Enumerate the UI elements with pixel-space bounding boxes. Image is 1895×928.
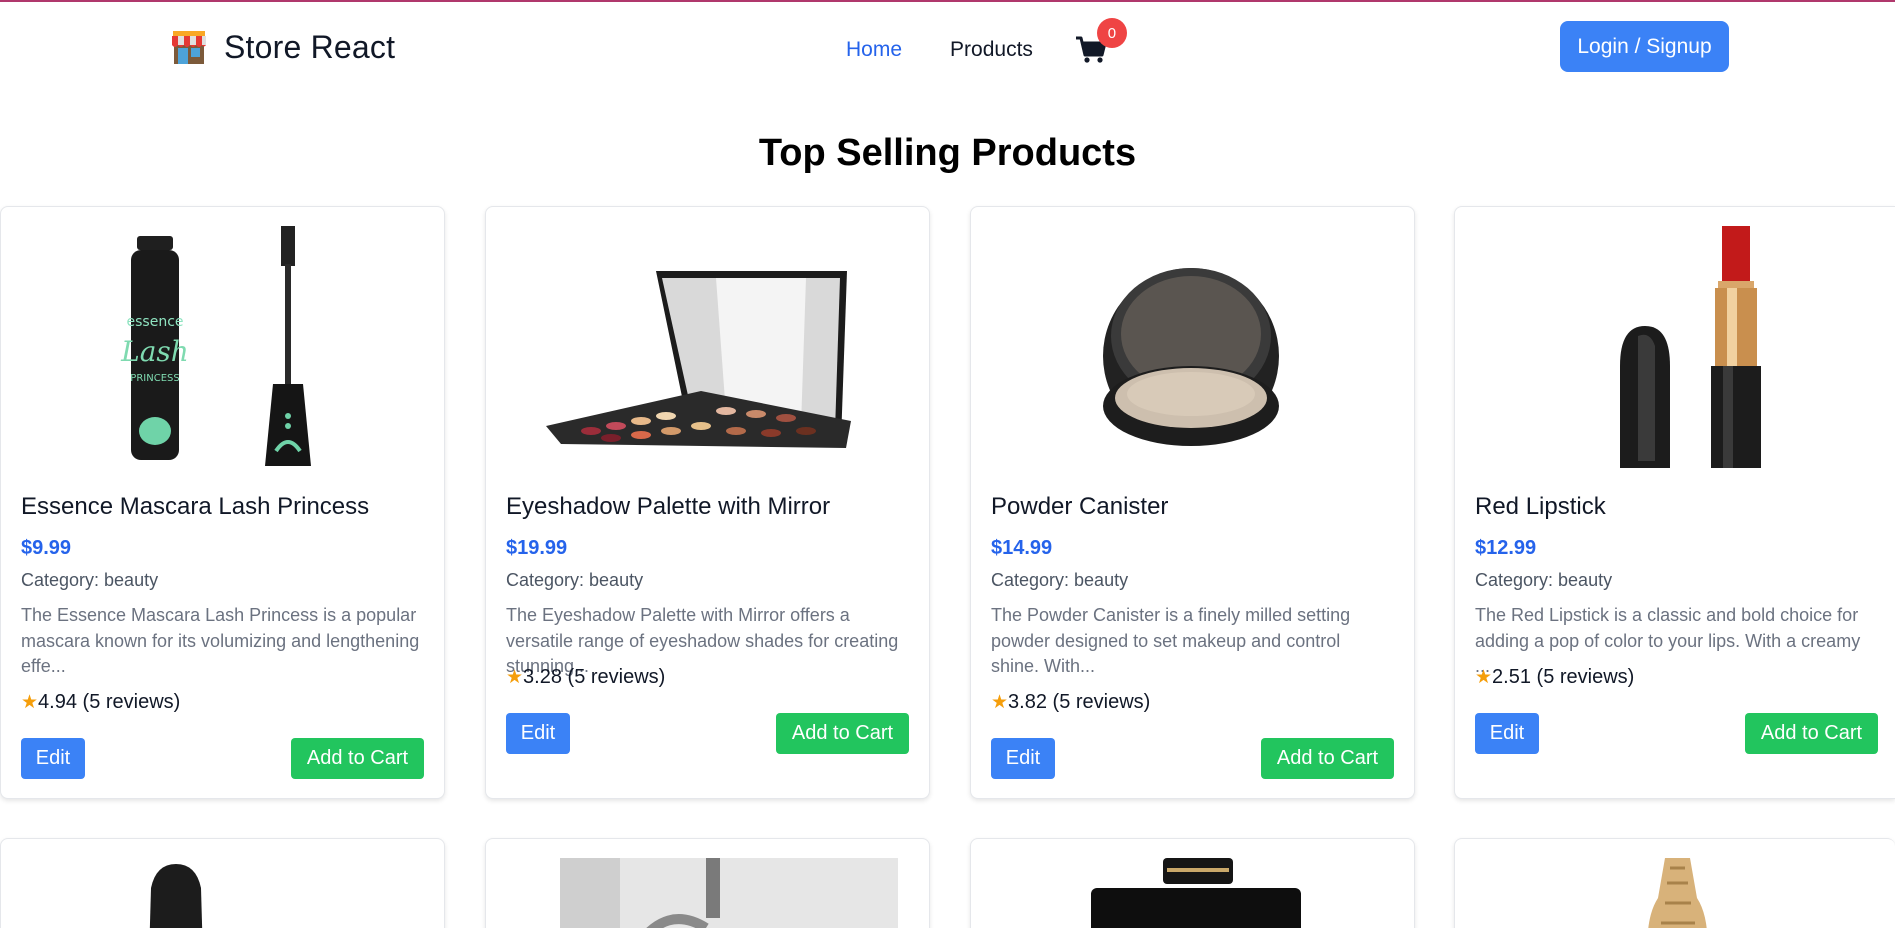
star-icon: ★ — [1475, 667, 1493, 688]
product-title[interactable]: Powder Canister — [991, 493, 1168, 521]
brand-name: Store React — [224, 28, 396, 65]
product-price: $14.99 — [991, 537, 1053, 559]
product-category: Category: beauty — [506, 570, 644, 590]
product-card: Eyeshadow Palette with Mirror $19.99 Cat… — [485, 206, 930, 799]
product-card: Powder Canister $14.99 Category: beauty … — [970, 206, 1415, 799]
product-card: Red Lipstick $12.99 Category: beauty The… — [1454, 206, 1895, 799]
product-title[interactable]: Eyeshadow Palette with Mirror — [506, 493, 830, 521]
product-card — [1454, 838, 1895, 928]
edit-button[interactable]: Edit — [506, 713, 570, 754]
star-icon: ★ — [991, 692, 1009, 713]
product-image[interactable] — [991, 858, 1396, 928]
product-category: Category: beauty — [21, 570, 159, 590]
add-to-cart-button[interactable]: Add to Cart — [1745, 713, 1878, 754]
star-icon: ★ — [21, 692, 39, 713]
login-signup-button[interactable]: Login / Signup — [1560, 21, 1729, 72]
add-to-cart-button[interactable]: Add to Cart — [291, 738, 424, 779]
star-icon: ★ — [506, 667, 524, 688]
edit-button[interactable]: Edit — [21, 738, 85, 779]
product-card — [0, 838, 445, 928]
nav-products-link[interactable]: Products — [950, 38, 1033, 62]
product-category: Category: beauty — [991, 570, 1129, 590]
product-category: Category: beauty — [1475, 570, 1613, 590]
rating-text: 2.51 (5 reviews) — [1492, 666, 1635, 688]
add-to-cart-button[interactable]: Add to Cart — [1261, 738, 1394, 779]
mascara-image[interactable]: essence Lash PRINCESS — [21, 226, 426, 468]
product-rating: ★4.94 (5 reviews) — [21, 691, 180, 714]
product-card: essence Lash PRINCESS Essence Mascara La… — [0, 206, 445, 799]
product-rating: ★2.51 (5 reviews) — [1475, 666, 1634, 689]
svg-text:essence: essence — [127, 314, 184, 330]
product-rating: ★3.28 (5 reviews) — [506, 666, 665, 689]
rating-text: 3.82 (5 reviews) — [1008, 691, 1151, 713]
edit-button[interactable]: Edit — [1475, 713, 1539, 754]
product-price: $19.99 — [506, 537, 568, 559]
store-icon — [172, 31, 206, 64]
product-description: The Powder Canister is a finely milled s… — [991, 605, 1351, 676]
product-price: $12.99 — [1475, 537, 1537, 559]
nav-home-link[interactable]: Home — [846, 38, 902, 62]
product-grid: essence Lash PRINCESS Essence Mascara La… — [0, 206, 1895, 928]
product-image[interactable] — [1475, 858, 1880, 928]
product-description: The Essence Mascara Lash Princess is a p… — [21, 605, 420, 676]
product-title[interactable]: Essence Mascara Lash Princess — [21, 493, 369, 521]
lipstick-image[interactable] — [1475, 226, 1880, 468]
svg-text:PRINCESS: PRINCESS — [130, 373, 179, 384]
product-image[interactable] — [506, 858, 911, 928]
cart-button[interactable]: 0 — [1075, 18, 1127, 64]
edit-button[interactable]: Edit — [991, 738, 1055, 779]
product-card — [485, 838, 930, 928]
svg-text:Lash: Lash — [120, 335, 189, 368]
powder-canister-image[interactable] — [991, 226, 1396, 468]
rating-text: 3.28 (5 reviews) — [523, 666, 666, 688]
product-title[interactable]: Red Lipstick — [1475, 493, 1606, 521]
cart-count-badge: 0 — [1096, 18, 1127, 48]
eyeshadow-palette-image[interactable] — [506, 226, 911, 468]
main-nav: Home Products 0 — [846, 18, 1127, 64]
section-title: Top Selling Products — [758, 132, 1137, 174]
product-price: $9.99 — [21, 537, 72, 559]
brand-link[interactable]: Store React — [170, 28, 395, 66]
rating-text: 4.94 (5 reviews) — [38, 691, 181, 713]
product-image[interactable] — [21, 858, 426, 928]
product-rating: ★3.82 (5 reviews) — [991, 691, 1150, 714]
product-card — [970, 838, 1415, 928]
add-to-cart-button[interactable]: Add to Cart — [776, 713, 909, 754]
navbar: Store React Home Products 0 Login / Sign… — [0, 2, 1895, 92]
